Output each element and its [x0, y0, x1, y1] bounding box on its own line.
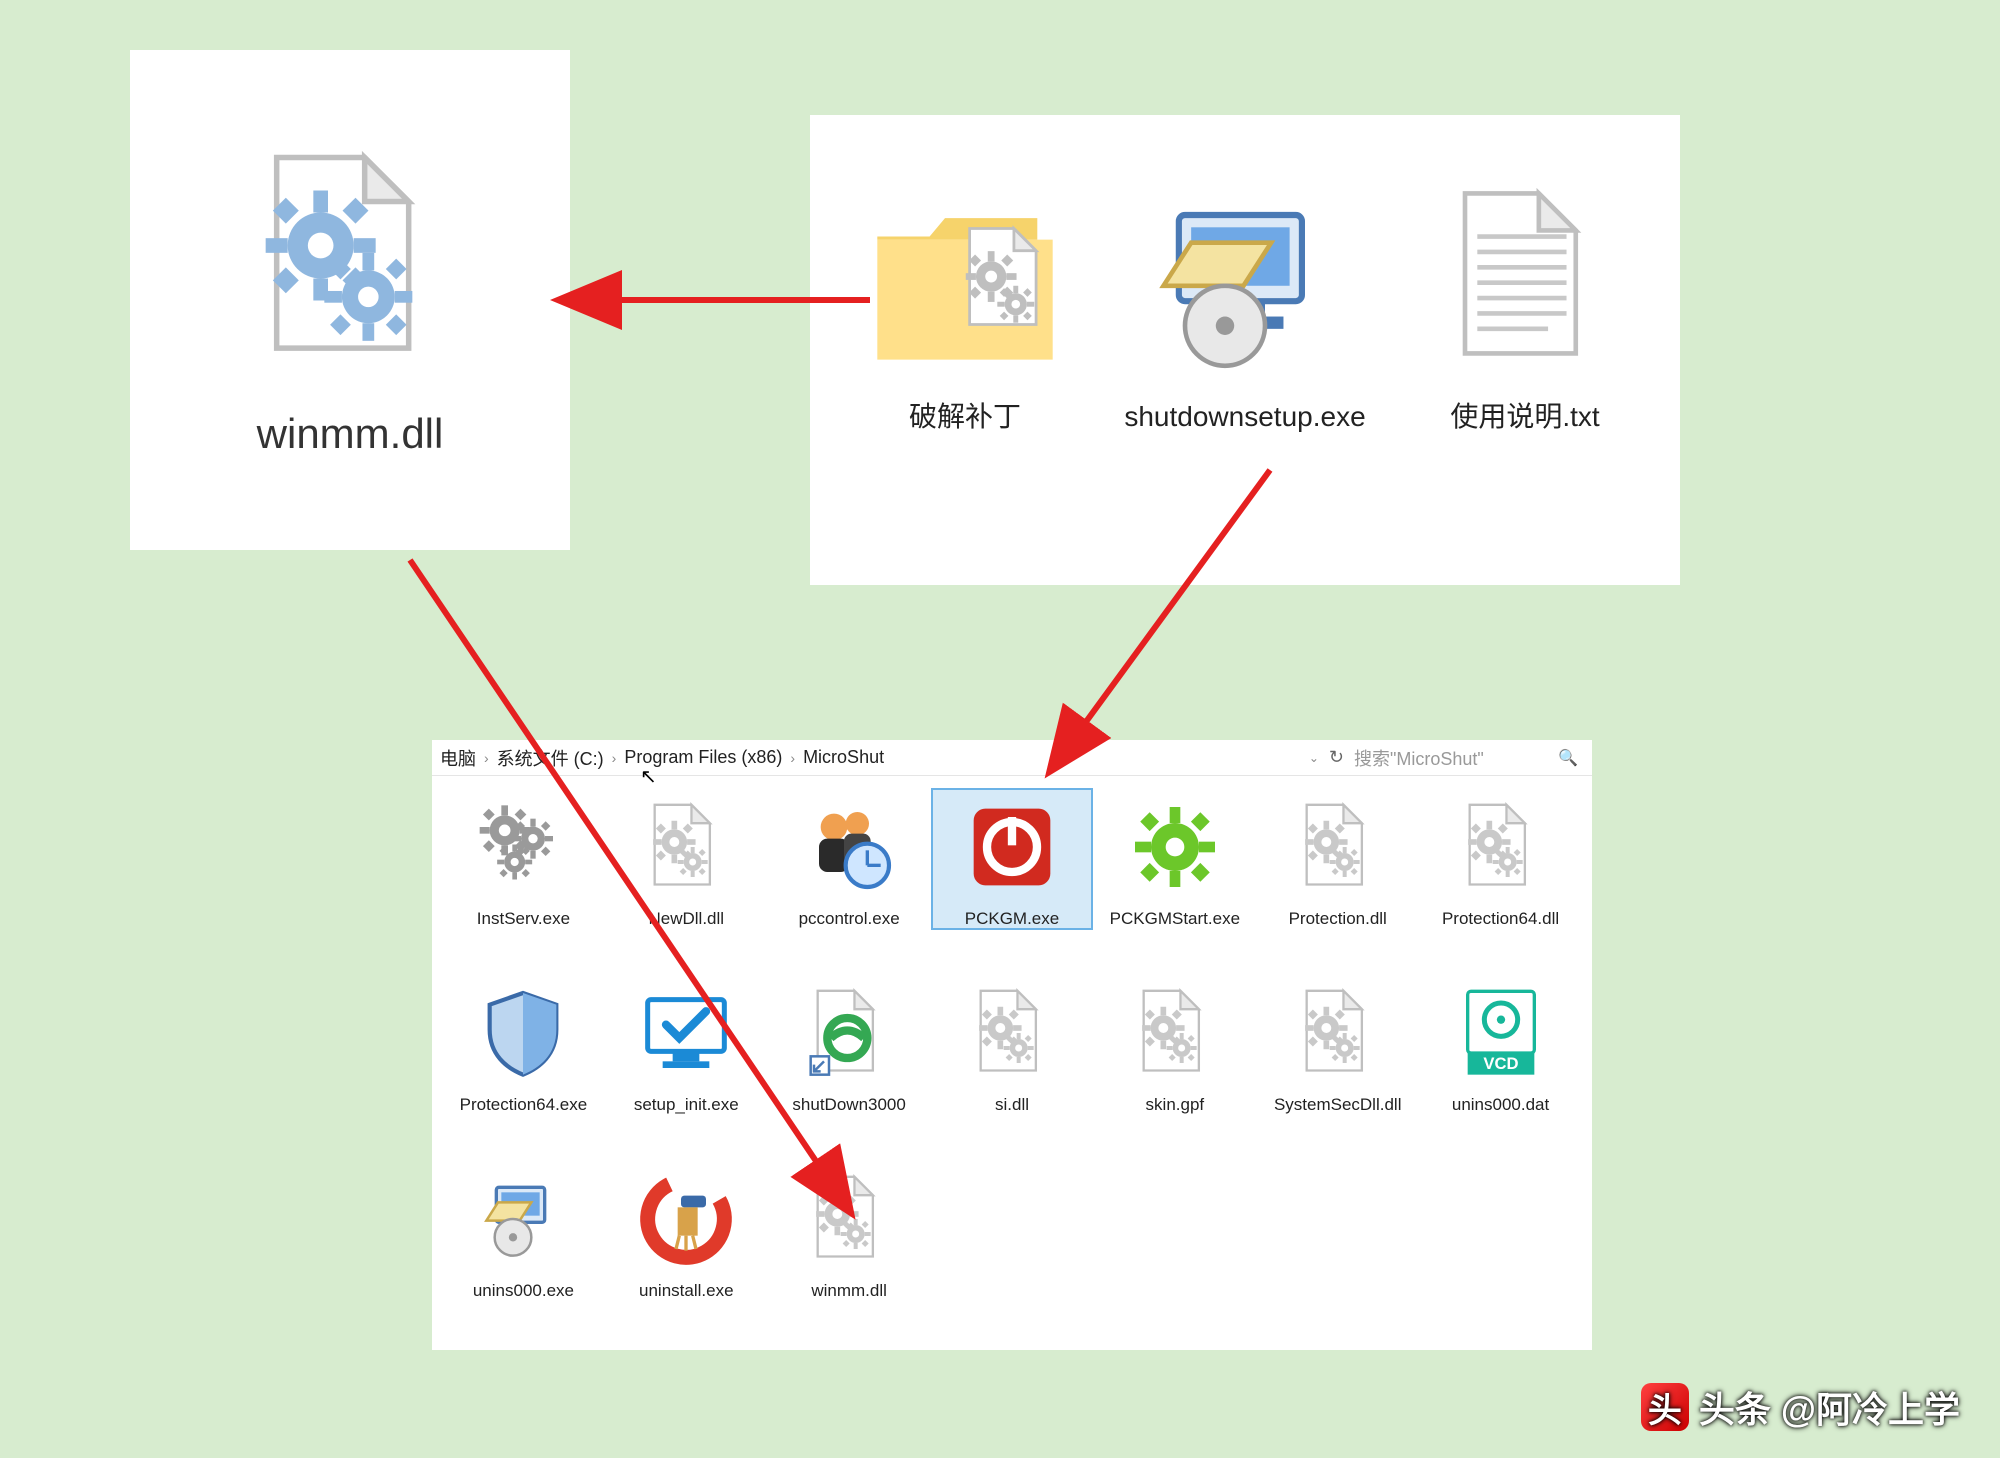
file-label: SystemSecDll.dll [1274, 1094, 1402, 1116]
file-item[interactable]: unins000.exe [442, 1160, 605, 1302]
file-label: NewDll.dll [648, 908, 724, 930]
file-label: pccontrol.exe [799, 908, 900, 930]
dll-preview-panel: winmm.dll [130, 50, 570, 550]
dll-file-icon [240, 142, 460, 382]
source-item-label: 破解补丁 [840, 398, 1090, 436]
explorer-window: 电脑› 系统文件 (C:)› Program Files (x86)› Micr… [432, 740, 1592, 1350]
search-input[interactable]: 搜索"MicroShut" 🔍 [1354, 745, 1584, 771]
search-placeholder: 搜索"MicroShut" [1354, 745, 1484, 771]
source-item-readme-txt[interactable]: 使用说明.txt [1400, 175, 1650, 436]
file-item[interactable]: Protection.dll [1256, 788, 1419, 930]
file-label: unins000.dat [1452, 1094, 1549, 1116]
breadcrumb[interactable]: 电脑› 系统文件 (C:)› Program Files (x86)› Micr… [440, 745, 1319, 771]
file-label: InstServ.exe [477, 908, 570, 930]
dll-icon [1283, 978, 1393, 1088]
power-red-icon [957, 792, 1067, 902]
file-label: uninstall.exe [639, 1280, 734, 1302]
file-item[interactable]: PCKGMStart.exe [1093, 788, 1256, 930]
dll-icon [794, 1164, 904, 1274]
installer-icon [1145, 175, 1345, 375]
shield-icon [468, 978, 578, 1088]
chevron-right-icon: › [612, 750, 617, 766]
dll-icon [957, 978, 1067, 1088]
explorer-file-grid: InstServ.exe NewDll.dll pccontrol.exe PC… [432, 776, 1592, 1350]
file-label: PCKGMStart.exe [1110, 908, 1240, 930]
monitor-check-icon [631, 978, 741, 1088]
file-item[interactable]: skin.gpf [1093, 974, 1256, 1116]
search-icon: 🔍 [1558, 748, 1578, 768]
file-item[interactable]: Protection64.exe [442, 974, 605, 1116]
file-label: si.dll [995, 1094, 1029, 1116]
text-file-icon [1425, 175, 1625, 375]
file-label: PCKGM.exe [965, 908, 1059, 930]
chevron-down-icon[interactable]: ⌄ [1309, 751, 1319, 765]
file-label: Protection.dll [1289, 908, 1387, 930]
ie-shortcut-icon [794, 978, 904, 1088]
watermark-credit: 头 头条 @阿冷上学 [1641, 1381, 1960, 1433]
file-item[interactable]: InstServ.exe [442, 788, 605, 930]
dll-icon [631, 792, 741, 902]
dll-file-label: winmm.dll [257, 410, 444, 458]
file-label: unins000.exe [473, 1280, 574, 1302]
chevron-right-icon: › [790, 750, 795, 766]
file-label: Protection64.exe [460, 1094, 588, 1116]
file-item[interactable]: si.dll [931, 974, 1094, 1116]
file-item[interactable]: NewDll.dll [605, 788, 768, 930]
vcd-icon: VCD [1446, 978, 1556, 1088]
explorer-header: 电脑› 系统文件 (C:)› Program Files (x86)› Micr… [432, 740, 1592, 776]
file-item[interactable]: pccontrol.exe [768, 788, 931, 930]
installer-sm-icon [468, 1164, 578, 1274]
mouse-cursor-icon: ↖ [640, 764, 657, 789]
folder-icon [865, 175, 1065, 375]
file-item[interactable]: shutDown3000 [768, 974, 931, 1116]
chevron-right-icon: › [484, 750, 489, 766]
file-label: skin.gpf [1146, 1094, 1205, 1116]
file-label: setup_init.exe [634, 1094, 739, 1116]
svg-text:VCD: VCD [1483, 1054, 1518, 1073]
dll-icon [1120, 978, 1230, 1088]
file-item[interactable]: Protection64.dll [1419, 788, 1582, 930]
ccleaner-icon [631, 1164, 741, 1274]
people-clock-icon [794, 792, 904, 902]
file-item[interactable]: winmm.dll [768, 1160, 931, 1302]
file-label: shutDown3000 [792, 1094, 905, 1116]
toutiao-logo-icon: 头 [1641, 1383, 1689, 1431]
dll-icon [1283, 792, 1393, 902]
file-label: winmm.dll [811, 1280, 887, 1302]
breadcrumb-segment[interactable]: MicroShut [803, 747, 884, 768]
source-item-label: 使用说明.txt [1400, 398, 1650, 436]
file-label: Protection64.dll [1442, 908, 1559, 930]
file-item[interactable]: VCD unins000.dat [1419, 974, 1582, 1116]
credit-text: 头条 @阿冷上学 [1699, 1381, 1960, 1433]
breadcrumb-segment[interactable]: 系统文件 (C:) [497, 745, 604, 771]
file-item[interactable]: PCKGM.exe [931, 788, 1094, 930]
refresh-icon[interactable]: ↻ [1329, 747, 1344, 768]
source-files-panel: 破解补丁 shutdownsetup.exe 使用说明.txt [810, 115, 1680, 585]
source-item-patch-folder[interactable]: 破解补丁 [840, 175, 1090, 436]
gear-green-icon [1120, 792, 1230, 902]
breadcrumb-segment[interactable]: 电脑 [440, 745, 476, 771]
file-item[interactable]: setup_init.exe [605, 974, 768, 1116]
file-item[interactable]: uninstall.exe [605, 1160, 768, 1302]
source-item-setup-exe[interactable]: shutdownsetup.exe [1120, 175, 1370, 436]
gears-gray-icon [468, 792, 578, 902]
source-item-label: shutdownsetup.exe [1120, 398, 1370, 436]
dll-icon [1446, 792, 1556, 902]
file-item[interactable]: SystemSecDll.dll [1256, 974, 1419, 1116]
